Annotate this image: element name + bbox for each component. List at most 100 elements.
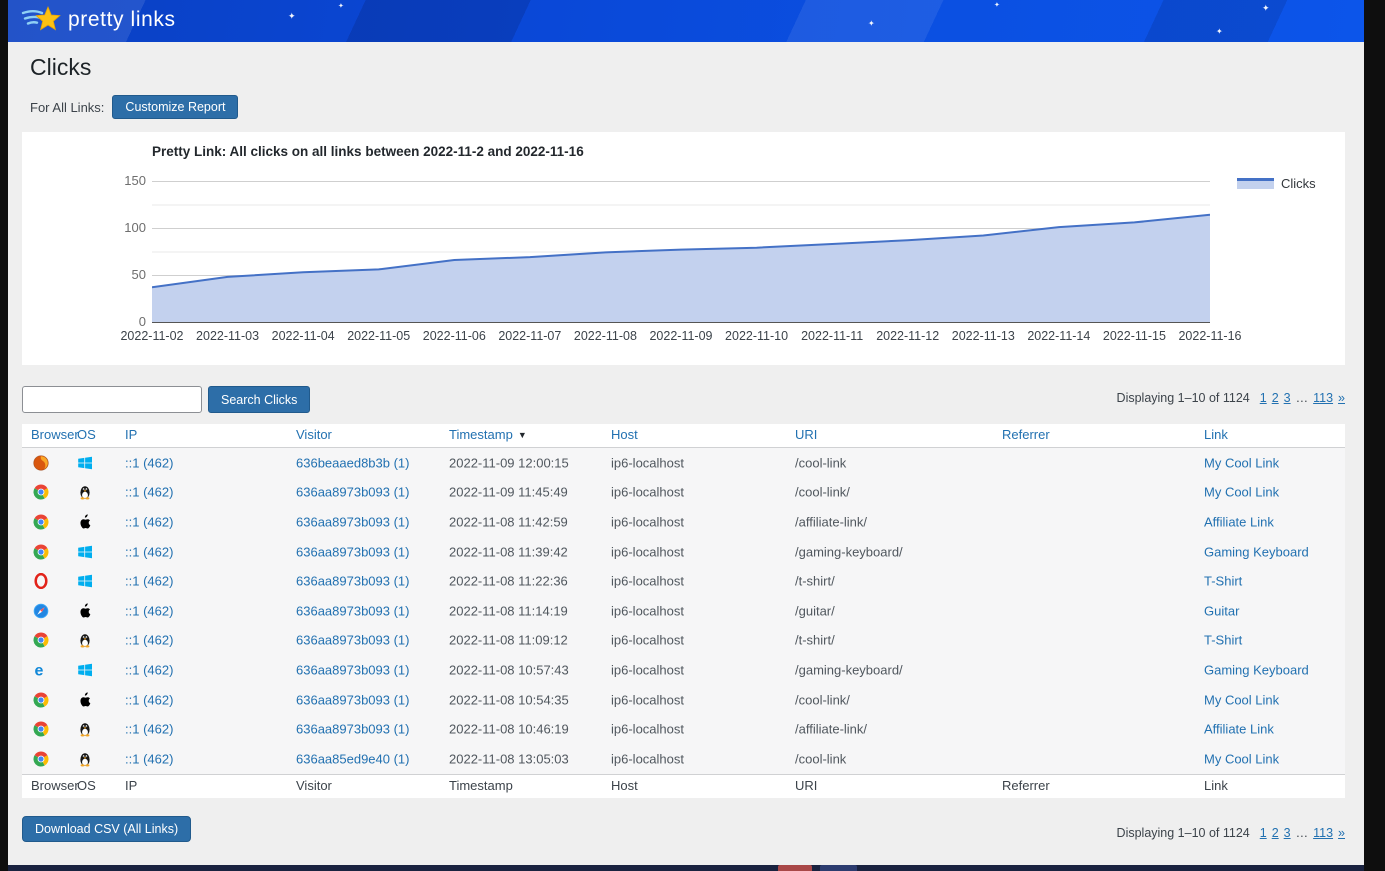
ip-link[interactable]: ::1 (462) bbox=[125, 514, 173, 529]
page-link-3[interactable]: 3 bbox=[1284, 826, 1291, 840]
column-header-uri[interactable]: URI bbox=[795, 427, 817, 442]
page-link-1[interactable]: 1 bbox=[1260, 391, 1267, 405]
visitor-link[interactable]: 636aa8973b093 (1) bbox=[296, 662, 410, 677]
column-header-os[interactable]: OS bbox=[77, 427, 96, 442]
linux-icon bbox=[77, 751, 93, 767]
pretty-link-name[interactable]: My Cool Link bbox=[1204, 751, 1279, 766]
visitor-link[interactable]: 636beaaed8b3b (1) bbox=[296, 455, 410, 470]
column-header-label: Visitor bbox=[296, 427, 332, 442]
table-row: ::1 (462)636aa8973b093 (1)2022-11-09 11:… bbox=[22, 478, 1345, 508]
host-cell: ip6-localhost bbox=[611, 722, 684, 737]
page-link-2[interactable]: 2 bbox=[1272, 826, 1279, 840]
table-row: ::1 (462)636aa8973b093 (1)2022-11-08 11:… bbox=[22, 596, 1345, 626]
windows-icon bbox=[77, 455, 93, 471]
pretty-link-name[interactable]: T-Shirt bbox=[1204, 574, 1242, 589]
windows-icon bbox=[77, 573, 93, 589]
host-cell: ip6-localhost bbox=[611, 633, 684, 648]
bottom-blue-element bbox=[820, 865, 857, 871]
column-header-label: OS bbox=[77, 778, 96, 793]
next-page-link[interactable]: » bbox=[1338, 826, 1345, 840]
download-csv-button[interactable]: Download CSV (All Links) bbox=[22, 816, 191, 842]
sparkle-icon: ✦ bbox=[1216, 27, 1223, 36]
page-link-2[interactable]: 2 bbox=[1272, 391, 1279, 405]
pagination-bottom: Displaying 1–10 of 1124 1 2 3 … 113 » bbox=[1117, 826, 1345, 840]
uri-cell: /guitar/ bbox=[795, 603, 835, 618]
ip-link[interactable]: ::1 (462) bbox=[125, 722, 173, 737]
table-row: ::1 (462)636aa8973b093 (1)2022-11-08 11:… bbox=[22, 626, 1345, 656]
uri-cell: /cool-link bbox=[795, 751, 846, 766]
customize-report-button[interactable]: Customize Report bbox=[112, 95, 238, 119]
page-link-3[interactable]: 3 bbox=[1284, 391, 1291, 405]
visitor-link[interactable]: 636aa8973b093 (1) bbox=[296, 633, 410, 648]
uri-cell: /cool-link bbox=[795, 455, 846, 470]
visitor-link[interactable]: 636aa8973b093 (1) bbox=[296, 574, 410, 589]
uri-cell: /gaming-keyboard/ bbox=[795, 544, 903, 559]
ip-link[interactable]: ::1 (462) bbox=[125, 485, 173, 500]
apple-icon bbox=[77, 603, 93, 619]
visitor-link[interactable]: 636aa8973b093 (1) bbox=[296, 603, 410, 618]
ip-link[interactable]: ::1 (462) bbox=[125, 574, 173, 589]
chrome-icon bbox=[33, 632, 49, 648]
visitor-link[interactable]: 636aa8973b093 (1) bbox=[296, 514, 410, 529]
ip-link[interactable]: ::1 (462) bbox=[125, 455, 173, 470]
y-tick-label: 100 bbox=[106, 220, 146, 235]
timestamp-cell: 2022-11-08 10:54:35 bbox=[449, 692, 569, 707]
column-header-ip[interactable]: IP bbox=[125, 427, 137, 442]
search-clicks-button[interactable]: Search Clicks bbox=[208, 386, 310, 413]
column-header-visitor[interactable]: Visitor bbox=[296, 427, 332, 442]
column-header-link: Link bbox=[1204, 778, 1228, 793]
screen: pretty links ✦ ✦ ✦ ✦ ✦ ✦ Clicks For All … bbox=[0, 0, 1385, 871]
timestamp-cell: 2022-11-08 11:39:42 bbox=[449, 544, 568, 559]
visitor-link[interactable]: 636aa85ed9e40 (1) bbox=[296, 751, 410, 766]
windows-icon bbox=[77, 544, 93, 560]
uri-cell: /t-shirt/ bbox=[795, 574, 835, 589]
host-cell: ip6-localhost bbox=[611, 662, 684, 677]
ip-link[interactable]: ::1 (462) bbox=[125, 544, 173, 559]
table-row: ::1 (462) 636aa8973b093 (1) 2022-11-08 11:… bbox=[22, 566, 1345, 596]
column-header-label: Browser bbox=[31, 427, 79, 442]
column-header-label: Timestamp bbox=[449, 778, 513, 793]
pretty-link-name[interactable]: My Cool Link bbox=[1204, 455, 1279, 470]
column-header-browser[interactable]: Browser bbox=[31, 427, 79, 442]
table-row: ::1 (462) 636aa8973b093 (1) 2022-11-08 11:… bbox=[22, 537, 1345, 567]
ip-link[interactable]: ::1 (462) bbox=[125, 751, 173, 766]
page-link-last[interactable]: 113 bbox=[1313, 391, 1333, 405]
timestamp-cell: 2022-11-08 11:22:36 bbox=[449, 574, 568, 589]
pretty-link-name[interactable]: My Cool Link bbox=[1204, 485, 1279, 500]
pretty-link-name[interactable]: Affiliate Link bbox=[1204, 722, 1274, 737]
visitor-link[interactable]: 636aa8973b093 (1) bbox=[296, 692, 410, 707]
column-header-link[interactable]: Link bbox=[1204, 427, 1228, 442]
column-header-timestamp[interactable]: Timestamp▼ bbox=[449, 427, 527, 442]
visitor-link[interactable]: 636aa8973b093 (1) bbox=[296, 485, 410, 500]
host-cell: ip6-localhost bbox=[611, 485, 684, 500]
timestamp-cell: 2022-11-08 10:57:43 bbox=[449, 662, 569, 677]
pretty-links-app: pretty links ✦ ✦ ✦ ✦ ✦ ✦ Clicks For All … bbox=[8, 0, 1364, 865]
search-input[interactable] bbox=[22, 386, 202, 413]
table-row: ::1 (462)636aa8973b093 (1)2022-11-08 11:… bbox=[22, 507, 1345, 537]
column-header-label: Referrer bbox=[1002, 427, 1050, 442]
timestamp-cell: 2022-11-09 12:00:15 bbox=[449, 455, 569, 470]
svg-text:e: e bbox=[35, 662, 44, 678]
for-all-links-label: For All Links: bbox=[30, 100, 104, 115]
page-link-1[interactable]: 1 bbox=[1260, 826, 1267, 840]
pretty-link-name[interactable]: Affiliate Link bbox=[1204, 514, 1274, 529]
ip-link[interactable]: ::1 (462) bbox=[125, 603, 173, 618]
edge-icon: e bbox=[33, 662, 49, 678]
visitor-link[interactable]: 636aa8973b093 (1) bbox=[296, 544, 410, 559]
uri-cell: /cool-link/ bbox=[795, 485, 850, 500]
column-header-host[interactable]: Host bbox=[611, 427, 638, 442]
ip-link[interactable]: ::1 (462) bbox=[125, 633, 173, 648]
page-link-last[interactable]: 113 bbox=[1313, 826, 1333, 840]
column-header-referrer[interactable]: Referrer bbox=[1002, 427, 1050, 442]
pretty-link-name[interactable]: My Cool Link bbox=[1204, 692, 1279, 707]
ip-link[interactable]: ::1 (462) bbox=[125, 692, 173, 707]
pretty-link-name[interactable]: Gaming Keyboard bbox=[1204, 662, 1309, 677]
uri-cell: /gaming-keyboard/ bbox=[795, 662, 903, 677]
next-page-link[interactable]: » bbox=[1338, 391, 1345, 405]
star-logo-icon bbox=[20, 4, 62, 36]
ip-link[interactable]: ::1 (462) bbox=[125, 662, 173, 677]
visitor-link[interactable]: 636aa8973b093 (1) bbox=[296, 722, 410, 737]
pretty-link-name[interactable]: T-Shirt bbox=[1204, 633, 1242, 648]
pretty-link-name[interactable]: Gaming Keyboard bbox=[1204, 544, 1309, 559]
pretty-link-name[interactable]: Guitar bbox=[1204, 603, 1239, 618]
